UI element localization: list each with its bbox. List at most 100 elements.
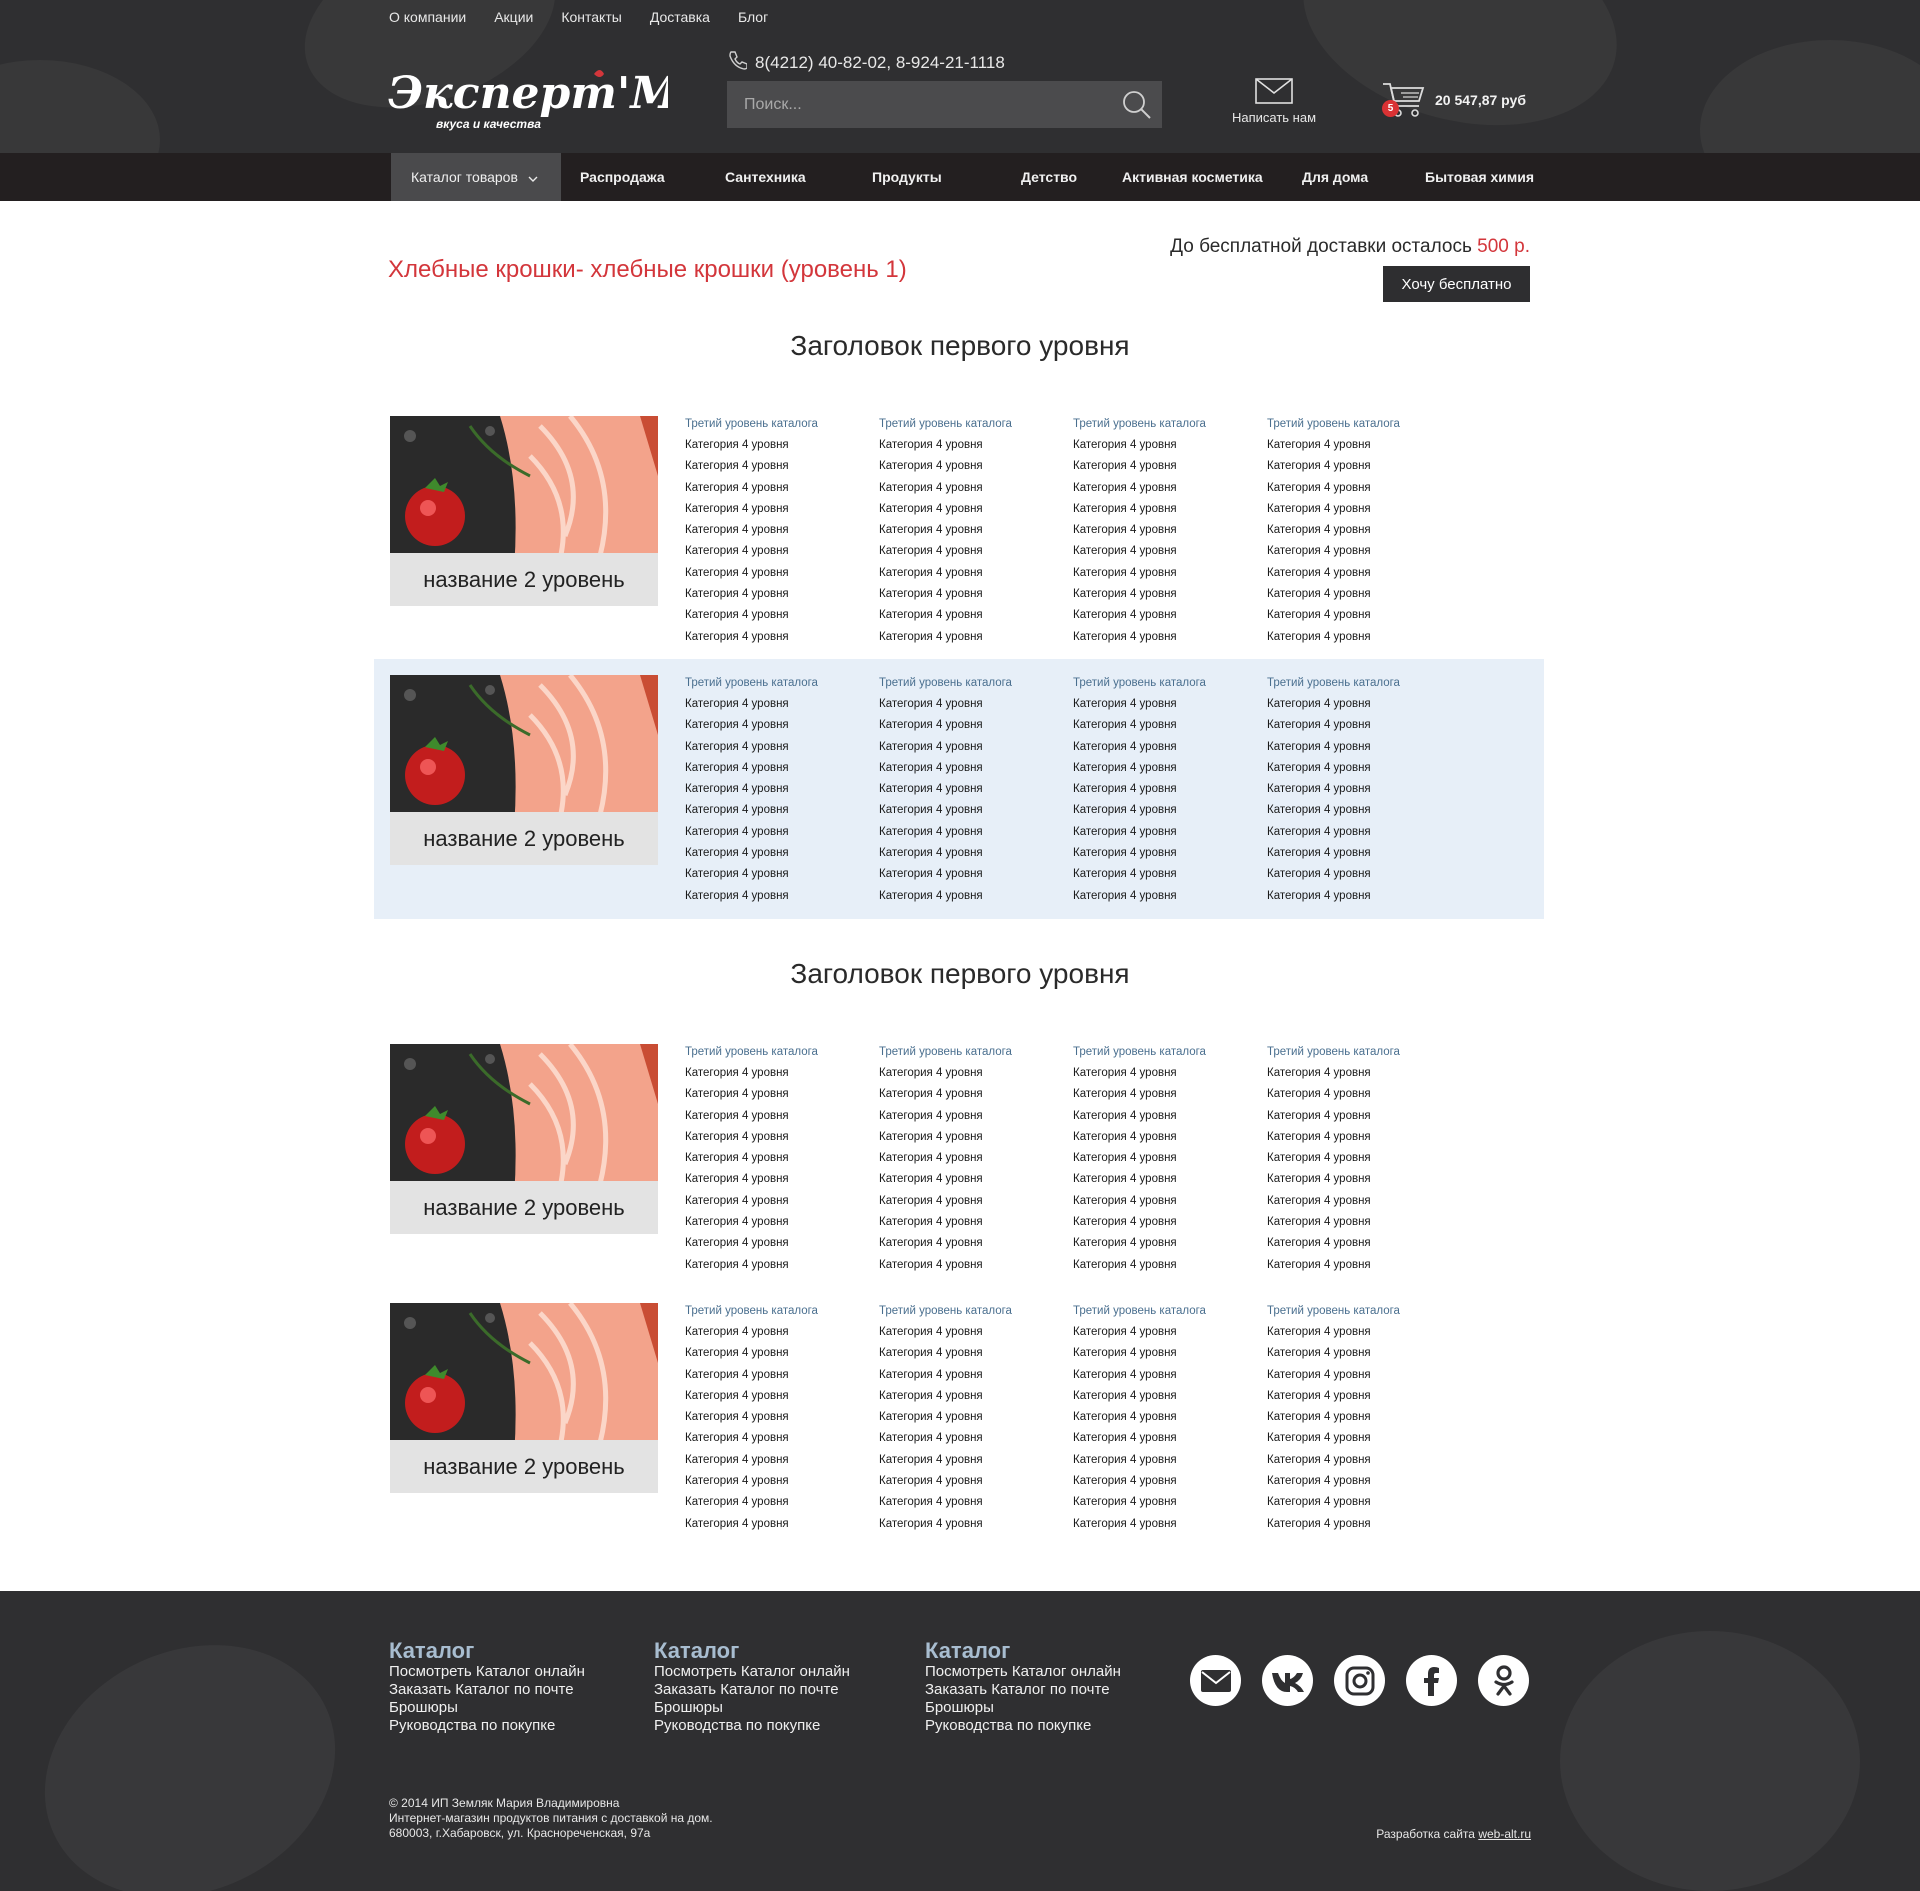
- level4-link[interactable]: Категория 4 уровня: [1073, 1084, 1263, 1105]
- level3-link[interactable]: Третий уровень каталога: [685, 673, 875, 694]
- level4-link[interactable]: Категория 4 уровня: [1073, 1255, 1263, 1276]
- level4-link[interactable]: Категория 4 уровня: [1267, 864, 1457, 885]
- level4-link[interactable]: Категория 4 уровня: [879, 1169, 1069, 1190]
- level4-link[interactable]: Категория 4 уровня: [879, 779, 1069, 800]
- category-thumbnail[interactable]: название 2 уровень: [390, 1303, 658, 1493]
- level4-link[interactable]: Категория 4 уровня: [685, 456, 875, 477]
- level4-link[interactable]: Категория 4 уровня: [1267, 1106, 1457, 1127]
- level4-link[interactable]: Категория 4 уровня: [685, 435, 875, 456]
- level4-link[interactable]: Категория 4 уровня: [685, 563, 875, 584]
- level4-link[interactable]: Категория 4 уровня: [1073, 520, 1263, 541]
- level4-link[interactable]: Категория 4 уровня: [685, 1428, 875, 1449]
- level4-link[interactable]: Категория 4 уровня: [1073, 478, 1263, 499]
- level4-link[interactable]: Категория 4 уровня: [685, 1063, 875, 1084]
- nav-item-home[interactable]: Для дома: [1302, 153, 1368, 201]
- level4-link[interactable]: Категория 4 уровня: [879, 737, 1069, 758]
- level4-link[interactable]: Категория 4 уровня: [685, 1492, 875, 1513]
- level4-link[interactable]: Категория 4 уровня: [1267, 1386, 1457, 1407]
- level4-link[interactable]: Категория 4 уровня: [1073, 1386, 1263, 1407]
- level4-link[interactable]: Категория 4 уровня: [685, 779, 875, 800]
- level4-link[interactable]: Категория 4 уровня: [1267, 694, 1457, 715]
- level4-link[interactable]: Категория 4 уровня: [1267, 1233, 1457, 1254]
- footer-link[interactable]: Посмотреть Каталог онлайн: [925, 1663, 1121, 1681]
- level4-link[interactable]: Категория 4 уровня: [879, 715, 1069, 736]
- level3-link[interactable]: Третий уровень каталога: [1267, 1301, 1457, 1322]
- mail-icon[interactable]: [1190, 1655, 1241, 1706]
- level4-link[interactable]: Категория 4 уровня: [1267, 1169, 1457, 1190]
- level4-link[interactable]: Категория 4 уровня: [1073, 584, 1263, 605]
- level4-link[interactable]: Категория 4 уровня: [1267, 563, 1457, 584]
- level4-link[interactable]: Категория 4 уровня: [1073, 435, 1263, 456]
- level4-link[interactable]: Категория 4 уровня: [1073, 737, 1263, 758]
- level4-link[interactable]: Категория 4 уровня: [685, 1514, 875, 1535]
- level4-link[interactable]: Категория 4 уровня: [879, 1386, 1069, 1407]
- level4-link[interactable]: Категория 4 уровня: [1267, 1365, 1457, 1386]
- level3-link[interactable]: Третий уровень каталога: [879, 1301, 1069, 1322]
- level3-link[interactable]: Третий уровень каталога: [1267, 1042, 1457, 1063]
- nav-item-childhood[interactable]: Детство: [1021, 153, 1077, 201]
- level4-link[interactable]: Категория 4 уровня: [685, 694, 875, 715]
- level4-link[interactable]: Категория 4 уровня: [1267, 758, 1457, 779]
- level4-link[interactable]: Категория 4 уровня: [879, 627, 1069, 648]
- facebook-icon[interactable]: [1406, 1655, 1457, 1706]
- level4-link[interactable]: Категория 4 уровня: [1073, 1471, 1263, 1492]
- level4-link[interactable]: Категория 4 уровня: [879, 864, 1069, 885]
- level4-link[interactable]: Категория 4 уровня: [1073, 1322, 1263, 1343]
- level3-link[interactable]: Третий уровень каталога: [1073, 414, 1263, 435]
- level4-link[interactable]: Категория 4 уровня: [1073, 1148, 1263, 1169]
- level4-link[interactable]: Категория 4 уровня: [879, 456, 1069, 477]
- level4-link[interactable]: Категория 4 уровня: [1073, 1169, 1263, 1190]
- level4-link[interactable]: Категория 4 уровня: [685, 1386, 875, 1407]
- level4-link[interactable]: Категория 4 уровня: [685, 715, 875, 736]
- level4-link[interactable]: Категория 4 уровня: [1267, 1127, 1457, 1148]
- level4-link[interactable]: Категория 4 уровня: [1073, 1343, 1263, 1364]
- level4-link[interactable]: Категория 4 уровня: [685, 605, 875, 626]
- level4-link[interactable]: Категория 4 уровня: [685, 478, 875, 499]
- level3-link[interactable]: Третий уровень каталога: [1267, 414, 1457, 435]
- level4-link[interactable]: Категория 4 уровня: [1073, 1127, 1263, 1148]
- level3-link[interactable]: Третий уровень каталога: [879, 1042, 1069, 1063]
- level4-link[interactable]: Категория 4 уровня: [879, 435, 1069, 456]
- level4-link[interactable]: Категория 4 уровня: [1073, 864, 1263, 885]
- category-thumbnail[interactable]: название 2 уровень: [390, 1044, 658, 1234]
- level4-link[interactable]: Категория 4 уровня: [879, 1471, 1069, 1492]
- level4-link[interactable]: Категория 4 уровня: [1073, 1212, 1263, 1233]
- level4-link[interactable]: Категория 4 уровня: [685, 758, 875, 779]
- breadcrumb[interactable]: Хлебные крошки- хлебные крошки (уровень …: [388, 256, 907, 284]
- developer-link[interactable]: web-alt.ru: [1478, 1827, 1531, 1841]
- level4-link[interactable]: Категория 4 уровня: [685, 1255, 875, 1276]
- footer-link[interactable]: Брошюры: [925, 1699, 1121, 1717]
- level4-link[interactable]: Категория 4 уровня: [685, 1450, 875, 1471]
- site-logo[interactable]: Эксперт'М вкуса и качества: [386, 66, 680, 138]
- level4-link[interactable]: Категория 4 уровня: [879, 1343, 1069, 1364]
- level4-link[interactable]: Категория 4 уровня: [685, 499, 875, 520]
- level4-link[interactable]: Категория 4 уровня: [879, 1233, 1069, 1254]
- level4-link[interactable]: Категория 4 уровня: [1267, 715, 1457, 736]
- instagram-icon[interactable]: [1334, 1655, 1385, 1706]
- level4-link[interactable]: Категория 4 уровня: [1073, 800, 1263, 821]
- footer-link[interactable]: Руководства по покупке: [925, 1717, 1121, 1735]
- top-link-contacts[interactable]: Контакты: [561, 7, 621, 27]
- level4-link[interactable]: Категория 4 уровня: [879, 520, 1069, 541]
- category-level2-name[interactable]: название 2 уровень: [390, 1181, 658, 1234]
- want-free-button[interactable]: Хочу бесплатно: [1383, 266, 1530, 302]
- level4-link[interactable]: Категория 4 уровня: [1267, 1343, 1457, 1364]
- write-us-button[interactable]: Написать нам: [1224, 78, 1324, 125]
- level4-link[interactable]: Категория 4 уровня: [685, 584, 875, 605]
- level4-link[interactable]: Категория 4 уровня: [685, 1365, 875, 1386]
- level4-link[interactable]: Категория 4 уровня: [685, 864, 875, 885]
- level4-link[interactable]: Категория 4 уровня: [1073, 1492, 1263, 1513]
- level4-link[interactable]: Категория 4 уровня: [879, 1212, 1069, 1233]
- level4-link[interactable]: Категория 4 уровня: [879, 886, 1069, 907]
- level4-link[interactable]: Категория 4 уровня: [1267, 1148, 1457, 1169]
- category-thumbnail[interactable]: название 2 уровень: [390, 675, 658, 865]
- level4-link[interactable]: Категория 4 уровня: [879, 605, 1069, 626]
- level4-link[interactable]: Категория 4 уровня: [1267, 456, 1457, 477]
- level4-link[interactable]: Категория 4 уровня: [1267, 584, 1457, 605]
- level4-link[interactable]: Категория 4 уровня: [1267, 1471, 1457, 1492]
- level4-link[interactable]: Категория 4 уровня: [1073, 541, 1263, 562]
- level4-link[interactable]: Категория 4 уровня: [879, 478, 1069, 499]
- level4-link[interactable]: Категория 4 уровня: [879, 584, 1069, 605]
- level4-link[interactable]: Категория 4 уровня: [879, 843, 1069, 864]
- footer-column-title[interactable]: Каталог: [654, 1639, 850, 1663]
